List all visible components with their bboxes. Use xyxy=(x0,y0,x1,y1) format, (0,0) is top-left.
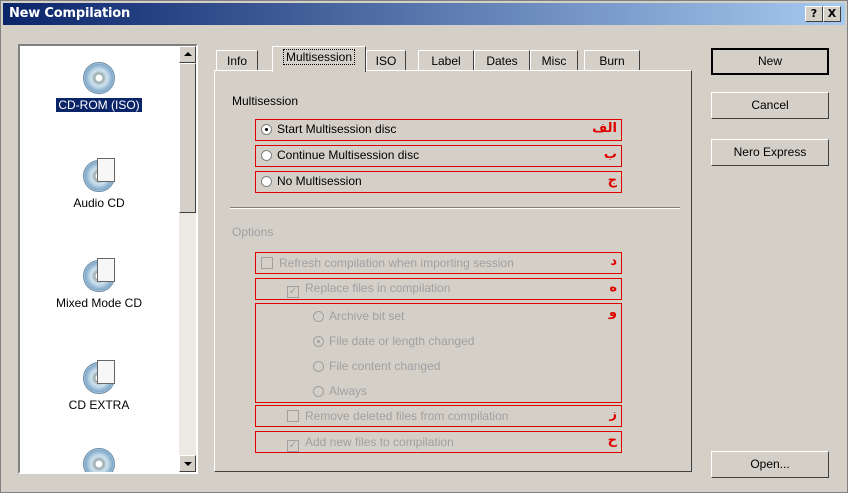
scroll-up-button[interactable] xyxy=(179,46,196,63)
list-item-cd-rom[interactable]: CD-ROM (ISO) xyxy=(20,58,178,113)
tab-label: ISO xyxy=(375,54,397,68)
nero-express-button[interactable]: Nero Express xyxy=(711,139,829,166)
vertical-scrollbar[interactable] xyxy=(179,46,196,472)
annotation-box-replace-modes: و xyxy=(255,303,622,403)
annotation-marker: ب xyxy=(603,147,617,162)
scroll-down-button[interactable] xyxy=(179,455,196,472)
list-item-label: CD EXTRA xyxy=(68,398,130,412)
option-label: Start Multisession disc xyxy=(277,122,397,136)
close-button[interactable]: X xyxy=(823,6,841,22)
radio-indicator xyxy=(261,150,272,161)
list-item-more[interactable] xyxy=(20,444,178,472)
cancel-button[interactable]: Cancel xyxy=(711,92,829,119)
radio-indicator xyxy=(313,311,324,322)
list-item-label: Audio CD xyxy=(73,196,125,210)
no-multisession-radio[interactable]: No Multisession xyxy=(261,174,362,188)
tab-label: Misc xyxy=(541,54,567,68)
option-label: File date or length changed xyxy=(329,334,475,348)
refresh-compilation-checkbox[interactable]: Refresh compilation when importing sessi… xyxy=(261,256,514,270)
option-label: Continue Multisession disc xyxy=(277,148,420,162)
radio-indicator xyxy=(313,361,324,372)
scroll-thumb[interactable] xyxy=(179,63,196,213)
tab-label: Burn xyxy=(599,54,625,68)
option-label: Refresh compilation when importing sessi… xyxy=(279,256,514,270)
annotation-marker: و xyxy=(608,305,617,320)
replace-files-checkbox[interactable]: ✓ Replace files in compilation xyxy=(287,281,450,298)
list-item-cd-extra[interactable]: CD EXTRA xyxy=(20,358,178,412)
file-date-radio[interactable]: File date or length changed xyxy=(313,334,474,348)
cd-extra-icon xyxy=(81,358,117,394)
tab-label[interactable]: Label xyxy=(418,50,474,71)
start-multisession-radio[interactable]: Start Multisession disc xyxy=(261,122,396,136)
file-content-radio[interactable]: File content changed xyxy=(313,359,440,373)
cd-rom-icon xyxy=(81,58,117,94)
title-bar[interactable]: New Compilation ? X xyxy=(3,3,845,25)
radio-indicator xyxy=(261,176,272,187)
option-label: Replace files in compilation xyxy=(305,281,451,295)
checkbox-indicator xyxy=(287,410,299,422)
group-separator xyxy=(230,207,680,209)
help-button[interactable]: ? xyxy=(805,6,823,22)
always-radio[interactable]: Always xyxy=(313,384,367,398)
tab-dates[interactable]: Dates xyxy=(474,50,530,71)
tab-label: Info xyxy=(226,54,247,68)
option-label: Remove deleted files from compilation xyxy=(305,409,509,423)
tab-multisession[interactable]: Multisession xyxy=(272,46,366,72)
mixed-mode-cd-icon xyxy=(81,256,117,292)
tab-misc[interactable]: Misc xyxy=(530,50,578,71)
open-button[interactable]: Open... xyxy=(711,451,829,478)
multisession-group-label: Multisession xyxy=(232,94,299,108)
checkbox-indicator: ✓ xyxy=(287,286,299,298)
option-label: File content changed xyxy=(329,359,441,373)
option-label: No Multisession xyxy=(277,174,362,188)
continue-multisession-radio[interactable]: Continue Multisession disc xyxy=(261,148,419,162)
annotation-marker: ه xyxy=(609,280,617,295)
option-label: Always xyxy=(329,384,368,398)
annotation-marker: د xyxy=(610,254,617,269)
list-item-label: CD-ROM (ISO) xyxy=(55,97,143,113)
tab-iso[interactable]: ISO xyxy=(366,50,406,71)
option-label: Add new files to compilation xyxy=(305,435,454,449)
radio-indicator xyxy=(313,336,324,347)
annotation-marker: ج xyxy=(607,173,617,188)
compilation-type-list[interactable]: CD-ROM (ISO) Audio CD Mixed Mode CD CD E… xyxy=(18,44,198,474)
tab-label: Dates xyxy=(486,54,518,68)
radio-indicator xyxy=(261,124,272,135)
tab-label-text: Label xyxy=(431,54,461,68)
audio-cd-icon xyxy=(81,156,117,192)
annotation-marker: ز xyxy=(609,407,617,422)
list-item-mixed-mode-cd[interactable]: Mixed Mode CD xyxy=(20,256,178,310)
options-group-label: Options xyxy=(232,225,274,239)
cd-icon xyxy=(81,444,117,472)
list-item-audio-cd[interactable]: Audio CD xyxy=(20,156,178,210)
option-label: Archive bit set xyxy=(329,309,405,323)
tab-info[interactable]: Info xyxy=(216,50,258,71)
new-button[interactable]: New xyxy=(711,48,829,75)
chevron-down-icon xyxy=(184,462,192,466)
radio-indicator xyxy=(313,386,324,397)
checkbox-indicator: ✓ xyxy=(287,440,299,452)
window-title: New Compilation xyxy=(9,6,131,21)
list-item-label: Mixed Mode CD xyxy=(55,296,143,310)
chevron-up-icon xyxy=(184,52,192,56)
archive-bit-radio[interactable]: Archive bit set xyxy=(313,309,404,323)
annotation-marker: ح xyxy=(607,433,617,448)
tab-burn[interactable]: Burn xyxy=(584,50,640,71)
add-new-files-checkbox[interactable]: ✓ Add new files to compilation xyxy=(287,435,454,452)
annotation-marker: الف xyxy=(592,121,617,136)
remove-deleted-checkbox[interactable]: Remove deleted files from compilation xyxy=(287,409,508,423)
tab-label: Multisession xyxy=(282,49,356,65)
checkbox-indicator xyxy=(261,257,273,269)
